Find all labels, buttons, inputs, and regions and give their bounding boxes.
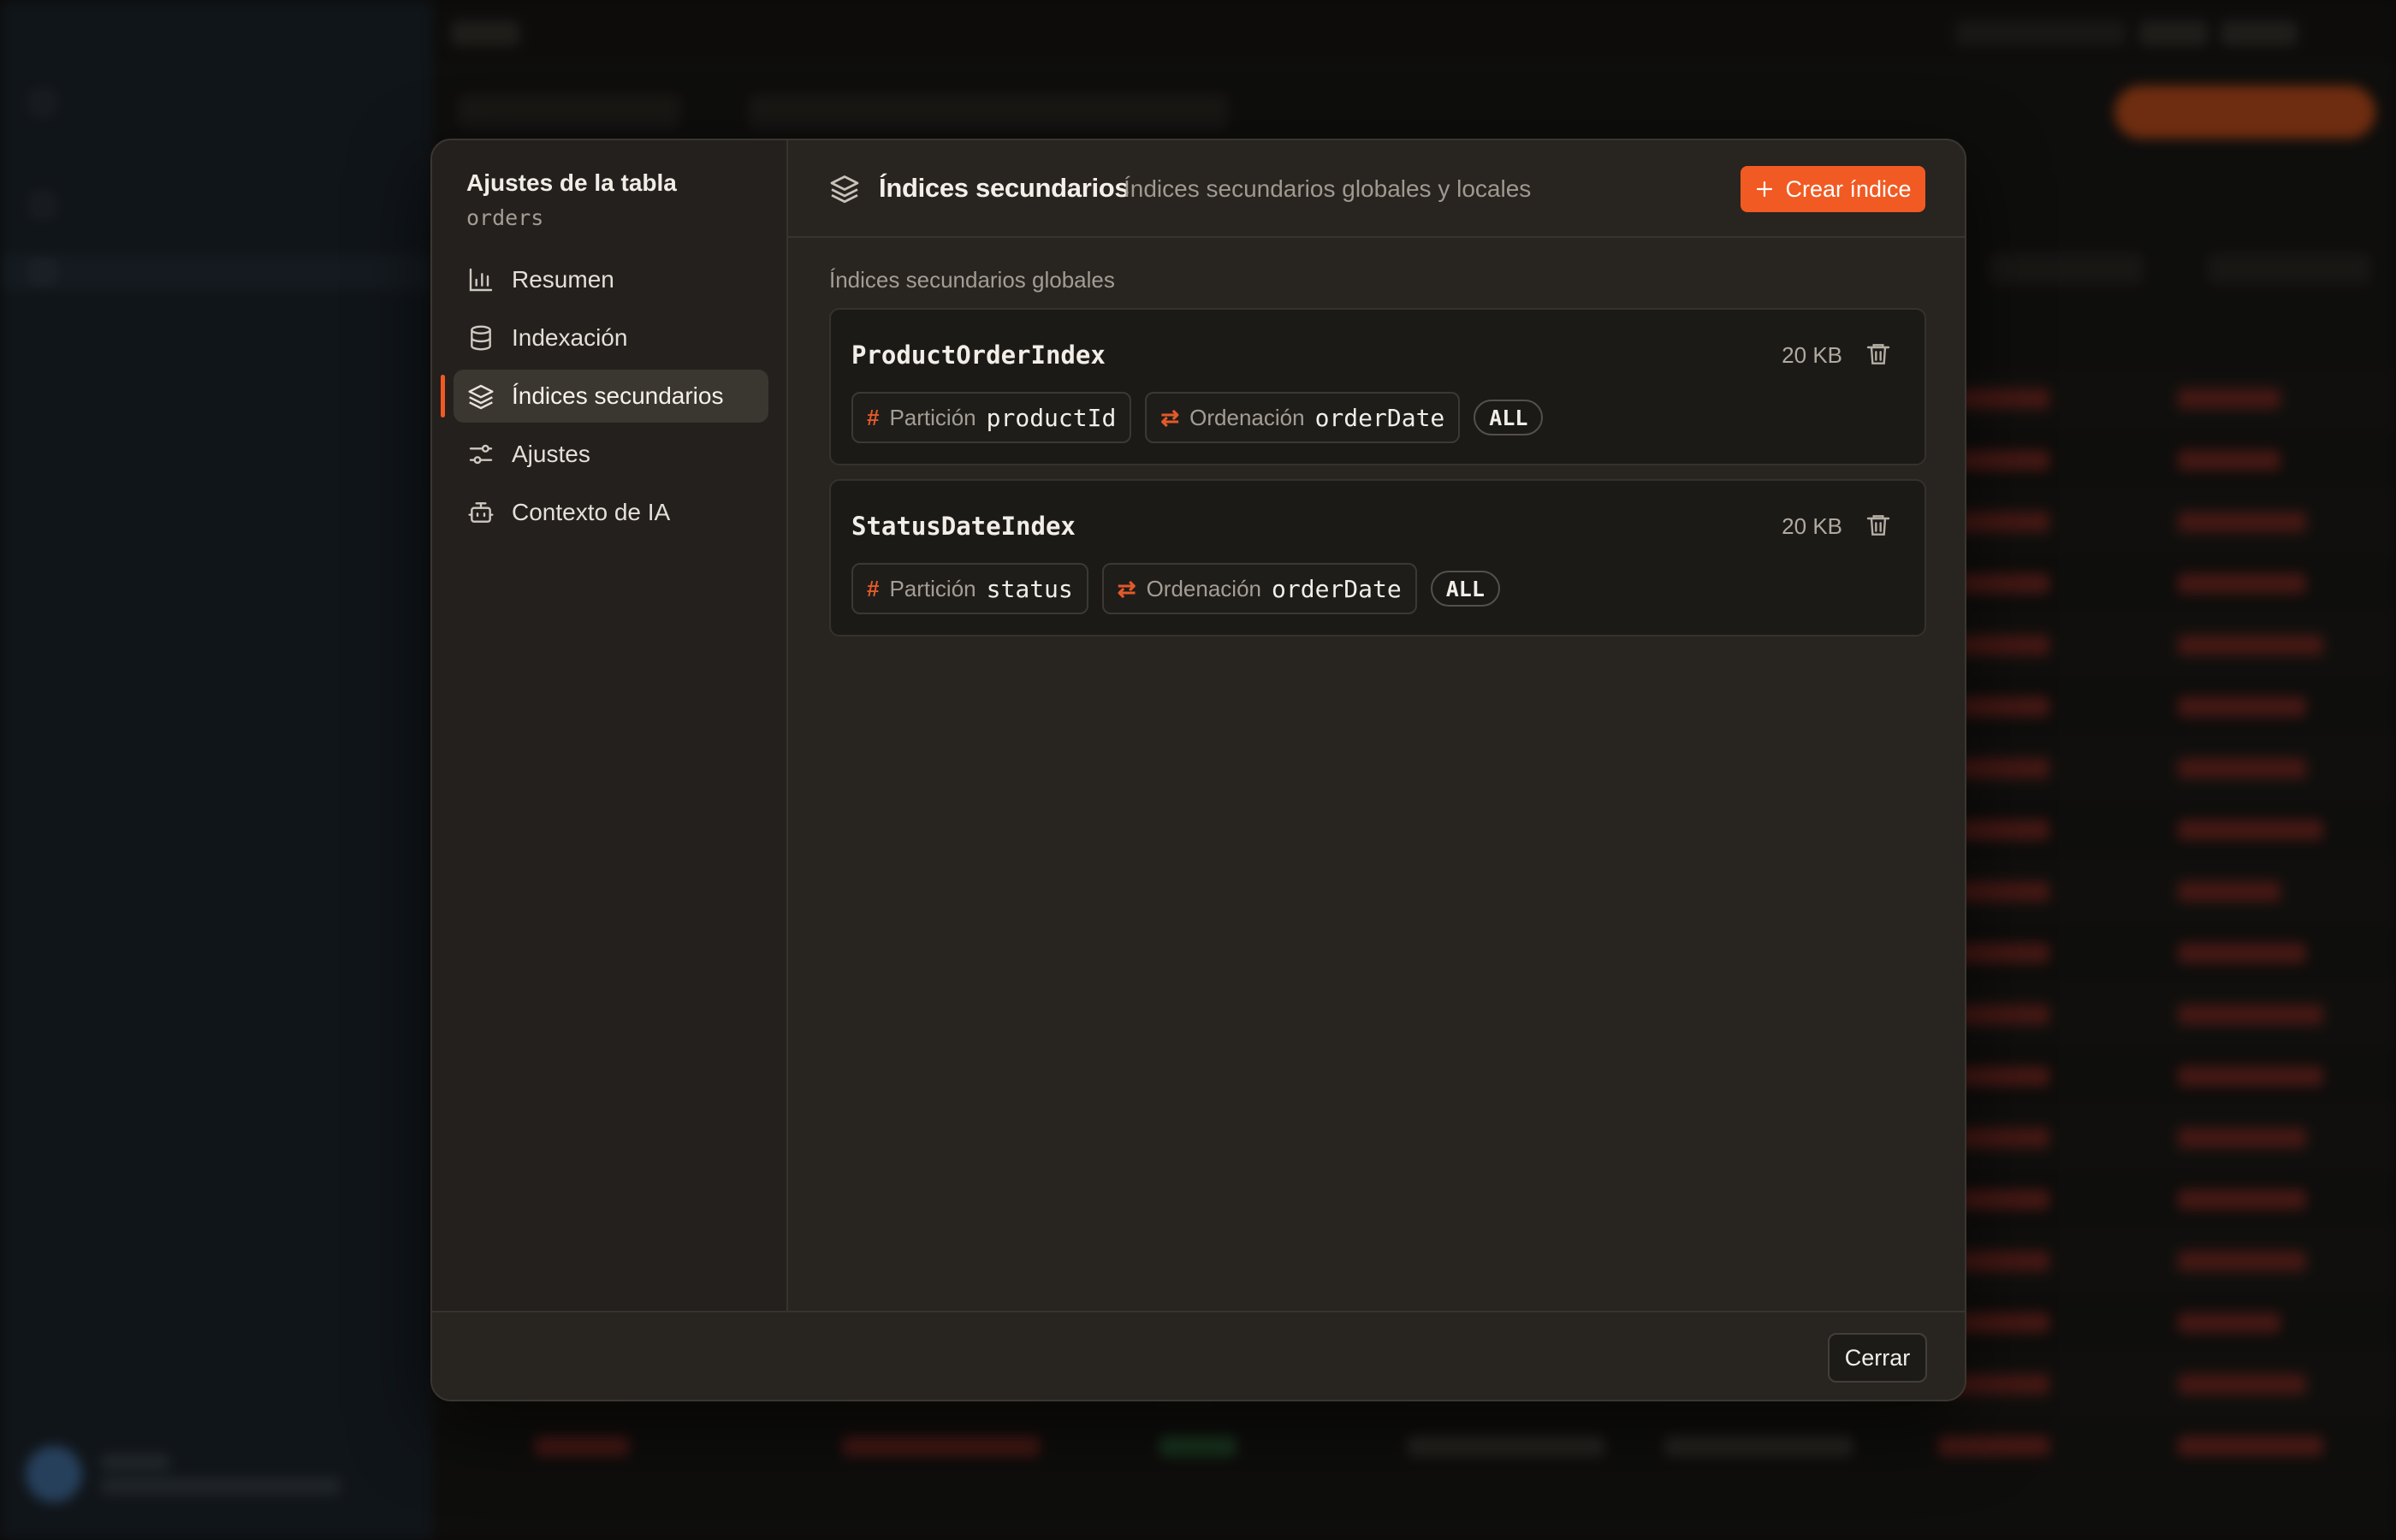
nav-item-label: Resumen [512, 266, 614, 293]
nav-item-indices-secundarios[interactable]: Índices secundarios [454, 370, 768, 423]
table-name: orders [466, 205, 544, 230]
content-header: Índices secundarios Índices secundarios … [788, 140, 1965, 238]
nav-item-indexacion[interactable]: Indexación [454, 311, 768, 364]
create-index-label: Crear índice [1785, 175, 1912, 202]
sort-key: orderDate [1272, 574, 1402, 603]
table-settings-modal: Ajustes de la tabla orders Resumen Index… [430, 139, 1966, 1401]
index-key-chips: # Partición status ⇄ Ordenación orderDat… [851, 563, 1500, 614]
plus-icon [1757, 181, 1773, 198]
layers-icon [830, 175, 859, 204]
index-card: ProductOrderIndex 20 KB # Partición prod… [829, 308, 1926, 465]
index-size: 20 KB [1782, 342, 1842, 368]
partition-key: status [986, 574, 1073, 603]
sort-key-chip: ⇄ Ordenación orderDate [1145, 392, 1461, 443]
nav-item-label: Indexación [512, 324, 628, 351]
projection-badge: ALL [1430, 571, 1500, 607]
sort-label: Ordenación [1146, 575, 1261, 601]
active-indicator [441, 375, 445, 418]
sliders-icon [469, 444, 493, 465]
trash-icon[interactable] [1865, 341, 1892, 368]
index-card: StatusDateIndex 20 KB # Partición status… [829, 479, 1926, 637]
partition-key: productId [986, 403, 1117, 432]
nav-item-label: Índices secundarios [512, 382, 724, 409]
index-key-chips: # Partición productId ⇄ Ordenación order… [851, 392, 1544, 443]
bar-chart-icon [469, 268, 493, 292]
section-label-global: Índices secundarios globales [829, 267, 1115, 293]
index-name: ProductOrderIndex [851, 341, 1106, 370]
close-button[interactable]: Cerrar [1828, 1333, 1927, 1383]
nav-item-ajustes[interactable]: Ajustes [454, 428, 768, 481]
partition-label: Partición [889, 575, 976, 601]
index-name: StatusDateIndex [851, 512, 1076, 541]
index-size: 20 KB [1782, 513, 1842, 539]
sort-label: Ordenación [1189, 404, 1305, 430]
page-subtitle: Índices secundarios globales y locales [1124, 175, 1532, 202]
trash-icon[interactable] [1865, 512, 1892, 539]
modal-footer: Cerrar [432, 1311, 1965, 1400]
partition-key-chip: # Partición status [851, 563, 1088, 614]
projection-badge: ALL [1474, 400, 1544, 435]
nav-item-label: Ajustes [512, 441, 590, 467]
nav-item-resumen[interactable]: Resumen [454, 253, 768, 306]
layers-icon [468, 384, 494, 410]
hash-icon: # [867, 575, 880, 601]
nav-item-label: Contexto de IA [512, 499, 671, 525]
sort-key-chip: ⇄ Ordenación orderDate [1101, 563, 1417, 614]
swap-icon: ⇄ [1160, 404, 1180, 430]
partition-label: Partición [889, 404, 976, 430]
partition-key-chip: # Partición productId [851, 392, 1132, 443]
nav-item-contexto-ia[interactable]: Contexto de IA [454, 486, 768, 539]
sort-key: orderDate [1314, 403, 1445, 432]
page-title: Índices secundarios [879, 173, 1130, 203]
bot-icon [468, 502, 494, 523]
nav-title: Ajustes de la tabla [466, 169, 677, 196]
swap-icon: ⇄ [1117, 575, 1136, 601]
settings-nav: Ajustes de la tabla orders Resumen Index… [432, 140, 788, 1311]
database-icon [471, 325, 491, 351]
create-index-button[interactable]: Crear índice [1741, 166, 1925, 212]
hash-icon: # [867, 404, 880, 430]
